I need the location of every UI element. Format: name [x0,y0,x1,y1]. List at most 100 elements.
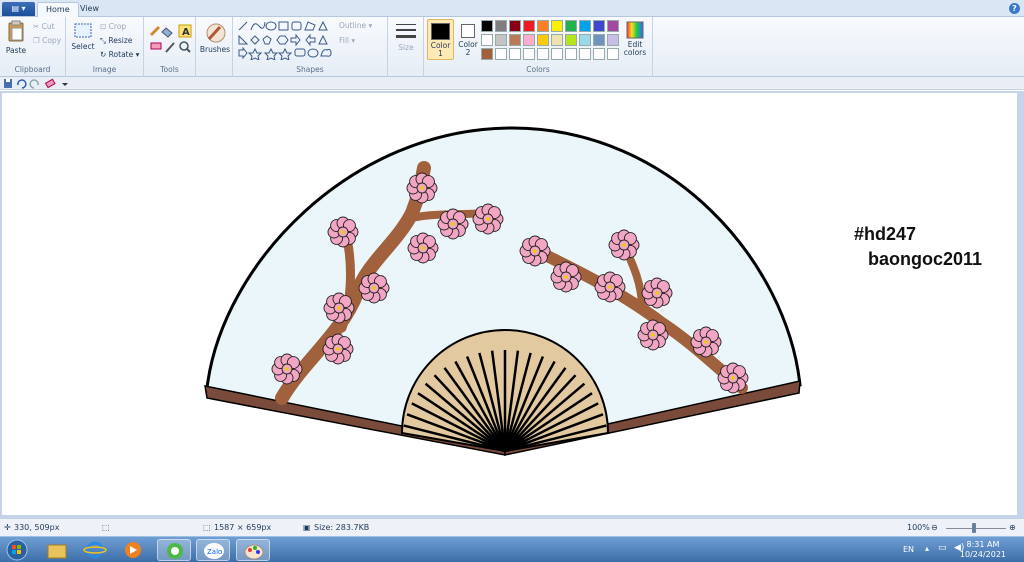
crop-button[interactable]: ⊡ Crop [100,22,126,31]
palette-swatch[interactable] [509,34,521,46]
pencil-icon[interactable] [149,25,161,37]
workspace: #hd247 baongoc2011 [0,91,1024,518]
shapes-group: Outline ▾ Fill ▾ Shapes [233,17,388,77]
taskbar-file-explorer[interactable] [40,539,74,561]
zoom-level: 100% [907,523,930,532]
paste-button[interactable]: Paste [4,20,28,55]
zoom-slider[interactable] [946,528,1006,529]
eraser-icon[interactable] [150,42,162,50]
palette-swatch[interactable] [523,48,535,60]
clock-time: 8:31 AM [966,540,1000,549]
palette-swatch[interactable] [481,20,493,32]
cut-button[interactable]: ✂ Cut [33,22,55,31]
magnifier-icon[interactable] [179,41,191,53]
rotate-button[interactable]: ↻ Rotate ▾ [100,50,139,59]
canvas-text-author: baongoc2011 [868,249,982,269]
copy-button[interactable]: ❐ Copy [33,36,61,45]
network-icon[interactable]: ▭ [938,543,947,553]
palette-swatch[interactable] [593,34,605,46]
tab-view[interactable]: View [72,2,107,17]
input-language[interactable]: EN [903,545,914,554]
palette-swatch[interactable] [565,34,577,46]
palette-swatch[interactable] [551,20,563,32]
zoom-slider-thumb[interactable] [972,523,976,533]
palette-swatch[interactable] [565,48,577,60]
palette-swatch[interactable] [495,34,507,46]
drawing-canvas[interactable]: #hd247 baongoc2011 [2,93,1017,515]
taskbar-internet-explorer[interactable] [78,539,112,561]
palette-swatch[interactable] [481,48,493,60]
taskbar-paint[interactable] [236,539,270,561]
palette-swatch[interactable] [607,20,619,32]
palette-swatch[interactable] [523,34,535,46]
taskbar-zalo[interactable]: Zalo [196,539,230,561]
cherry-blossom [322,333,354,365]
color1-button[interactable]: Color 1 [427,19,454,60]
resize-button[interactable]: ⤡ Resize [100,36,132,46]
palette-swatch[interactable] [537,20,549,32]
palette-swatch[interactable] [481,34,493,46]
curve-shape-icon [250,21,266,31]
palette-swatch[interactable] [593,20,605,32]
zoom-out-icon[interactable]: ⊖ [931,523,938,532]
cherry-blossom [717,362,749,394]
palette-swatch[interactable] [565,20,577,32]
fill-button[interactable]: Fill ▾ [339,36,355,45]
cherry-blossom [594,271,626,303]
image-size-icon: ⬚ [203,523,211,532]
shapes-gallery[interactable] [237,20,337,60]
customize-toolbar-icon[interactable] [62,83,68,86]
cherry-blossom [327,216,359,248]
cherry-blossom [437,208,469,240]
palette-swatch[interactable] [579,48,591,60]
brushes-button[interactable]: Brushes [199,21,231,54]
palette-swatch[interactable] [495,20,507,32]
palette-swatch[interactable] [607,48,619,60]
resize-label: Resize [108,36,133,45]
taskbar-media-player[interactable] [116,539,150,561]
palette-swatch[interactable] [593,48,605,60]
palette-swatch[interactable] [523,20,535,32]
outline-button[interactable]: Outline ▾ [339,21,372,30]
eraser-quick-icon[interactable] [44,78,56,89]
select-button[interactable]: Select [71,22,95,51]
palette-swatch[interactable] [551,48,563,60]
file-size: Size: 283.7KB [314,523,370,532]
text-tool-icon[interactable]: A [178,24,192,38]
color2-button[interactable]: Color 2 [456,19,480,60]
right-triangle-shape-icon [238,34,249,45]
redo-icon[interactable] [29,79,39,89]
palette-swatch[interactable] [607,34,619,46]
selection-icon: ⬚ [102,523,110,532]
cherry-blossom [407,232,439,264]
size-button[interactable]: Size [394,21,418,52]
tray-arrow-icon[interactable]: ▴ [925,544,929,553]
callout-rect-shape-icon [294,48,306,57]
cherry-blossom [271,353,303,385]
start-button[interactable] [2,539,32,561]
edit-colors-button[interactable]: Edit colors [622,19,648,60]
system-clock[interactable]: 8:31 AM 10/24/2021 [960,540,1006,560]
hexagon-shape-icon [276,35,289,45]
palette-swatch[interactable] [537,48,549,60]
fill-bucket-icon[interactable] [161,27,173,38]
diamond-shape-icon [250,35,260,45]
palette-swatch[interactable] [509,48,521,60]
file-menu-button[interactable]: ▤ ▾ [2,2,35,16]
outline-label: Outline ▾ [339,21,373,30]
color-picker-icon[interactable] [165,42,175,53]
help-icon[interactable]: ? [1009,3,1020,14]
taskbar-coccoc[interactable] [157,539,191,561]
color2-label: Color 2 [458,40,478,57]
undo-icon[interactable] [17,79,27,89]
palette-swatch[interactable] [495,48,507,60]
palette-swatch[interactable] [509,20,521,32]
palette-swatch[interactable] [537,34,549,46]
zoom-in-icon[interactable]: ⊕ [1009,523,1016,532]
palette-swatch[interactable] [579,20,591,32]
save-icon[interactable] [4,79,12,88]
palette-swatch[interactable] [551,34,563,46]
down-arrow-shape-icon [238,46,248,60]
cherry-blossom [358,272,390,304]
palette-swatch[interactable] [579,34,591,46]
